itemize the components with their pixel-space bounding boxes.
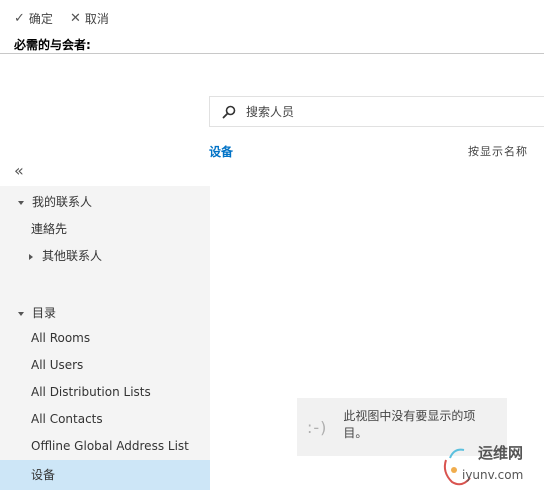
tree-item-all-distribution-lists[interactable]: All Distribution Lists — [31, 385, 151, 399]
tree-directory[interactable]: 目录 — [18, 304, 56, 321]
tree-my-contacts[interactable]: 我的联系人 — [18, 193, 92, 210]
close-icon: ✕ — [70, 11, 81, 26]
search-box[interactable] — [209, 96, 544, 127]
tree-label: 我的联系人 — [32, 195, 93, 209]
expanded-triangle-icon — [18, 200, 24, 205]
ok-button[interactable]: ✓ 确定 — [14, 10, 53, 27]
tree-item-offline-gal[interactable]: Offline Global Address List — [31, 439, 189, 453]
tree-item-all-rooms[interactable]: All Rooms — [31, 331, 90, 345]
tree-item-all-users[interactable]: All Users — [31, 358, 83, 372]
tree-label: 其他联系人 — [42, 249, 103, 263]
sort-dropdown[interactable]: 按显示名称 — [468, 143, 528, 159]
tree-item-contacts[interactable]: 連絡先 — [31, 220, 67, 237]
search-input[interactable] — [244, 103, 508, 120]
watermark-brand: 运维网 — [478, 444, 524, 462]
ok-label: 确定 — [28, 12, 53, 26]
watermark-logo: 运维网 iyunv.com — [440, 438, 544, 490]
smiley-icon: :-) — [307, 418, 328, 437]
tree-item-devices[interactable]: 设备 — [31, 466, 55, 483]
tree-label: 目录 — [32, 306, 57, 320]
current-folder-label: 设备 — [209, 145, 234, 159]
cancel-button[interactable]: ✕ 取消 — [70, 10, 109, 27]
collapse-pane-button[interactable]: « — [14, 161, 24, 180]
search-icon — [222, 105, 236, 118]
cancel-label: 取消 — [84, 12, 109, 26]
header-divider — [0, 53, 544, 54]
watermark-url: iyunv.com — [462, 468, 524, 482]
tree-item-all-contacts[interactable]: All Contacts — [31, 412, 103, 426]
checkmark-icon: ✓ — [14, 11, 25, 26]
page-title: 必需的与会者: — [14, 38, 91, 52]
collapsed-triangle-icon — [29, 253, 33, 260]
expanded-triangle-icon — [18, 311, 24, 316]
empty-state-text: 此视图中没有要显示的项目。 — [343, 409, 476, 440]
tree-other-contacts[interactable]: 其他联系人 — [29, 247, 102, 264]
